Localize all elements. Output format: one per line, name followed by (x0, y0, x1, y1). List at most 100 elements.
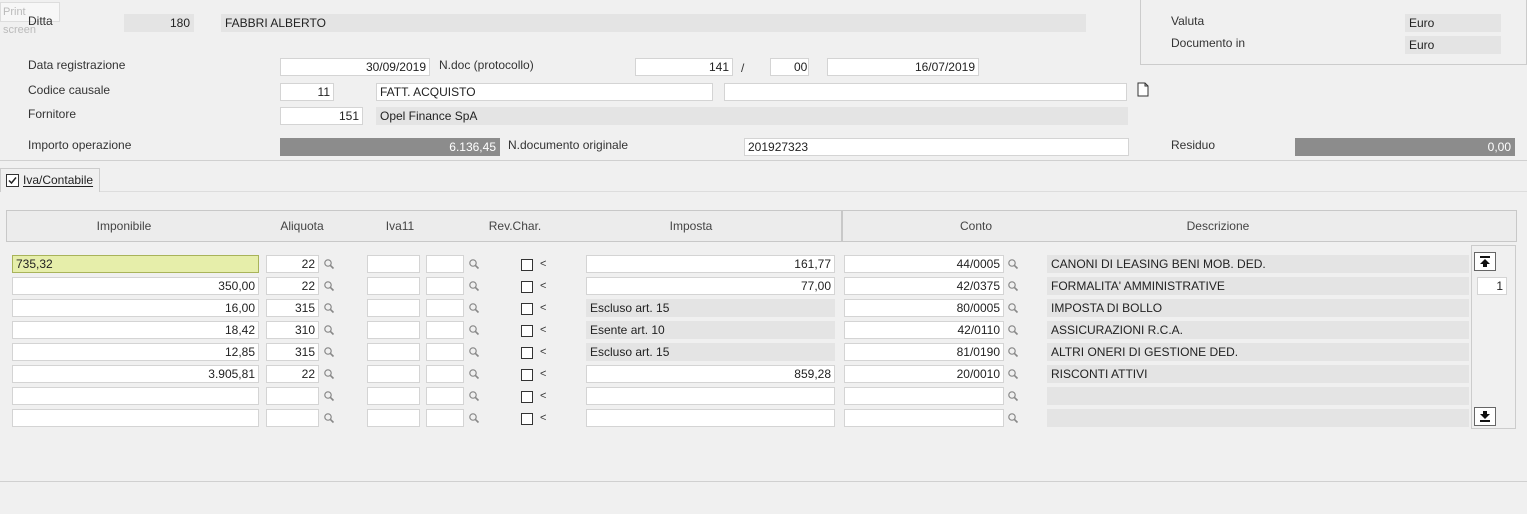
aliquota-search-icon[interactable] (323, 302, 335, 314)
conto-search-icon[interactable] (1007, 412, 1019, 424)
data-registrazione-field[interactable]: 30/09/2019 (280, 58, 430, 76)
iva11-search-icon[interactable] (468, 258, 480, 270)
iva11-field[interactable] (367, 255, 420, 273)
imposta-field[interactable]: Escluso art. 15 (586, 299, 835, 317)
conto-search-icon[interactable] (1007, 302, 1019, 314)
ndoc-originale-field[interactable]: 201927323 (744, 138, 1129, 156)
conto-search-icon[interactable] (1007, 258, 1019, 270)
imponibile-field[interactable]: 735,32 (12, 255, 259, 273)
scroll-top-button[interactable] (1474, 252, 1496, 271)
imponibile-field[interactable]: 16,00 (12, 299, 259, 317)
iva11-search-icon[interactable] (468, 324, 480, 336)
rev-char-checkbox[interactable] (521, 281, 533, 293)
aliquota-search-icon[interactable] (323, 368, 335, 380)
imposta-field[interactable]: Esente art. 10 (586, 321, 835, 339)
rev-char-checkbox[interactable] (521, 413, 533, 425)
aliquota-search-icon[interactable] (323, 346, 335, 358)
conto-field[interactable]: 42/0375 (844, 277, 1004, 295)
iva11-code-field[interactable] (426, 409, 464, 427)
aliquota-search-icon[interactable] (323, 412, 335, 424)
imponibile-field[interactable]: 350,00 (12, 277, 259, 295)
iva11-search-icon[interactable] (468, 390, 480, 402)
imposta-field[interactable] (586, 387, 835, 405)
ndoc-field[interactable]: 141 (635, 58, 733, 76)
aliquota-field[interactable]: 315 (266, 299, 319, 317)
col-descrizione-header: Descrizione (1186, 219, 1250, 233)
document-icon[interactable] (1137, 82, 1149, 97)
codice-causale-field[interactable]: 11 (280, 83, 334, 101)
doc-date-field[interactable]: 16/07/2019 (827, 58, 979, 76)
imponibile-field[interactable]: 3.905,81 (12, 365, 259, 383)
iva11-code-field[interactable] (426, 387, 464, 405)
ditta-label: Ditta (28, 14, 53, 28)
iva11-code-field[interactable] (426, 277, 464, 295)
iva11-field[interactable] (367, 387, 420, 405)
iva11-code-field[interactable] (426, 365, 464, 383)
conto-field[interactable]: 20/0010 (844, 365, 1004, 383)
imposta-field[interactable]: 77,00 (586, 277, 835, 295)
conto-field[interactable]: 81/0190 (844, 343, 1004, 361)
aliquota-field[interactable]: 22 (266, 277, 319, 295)
imponibile-field[interactable]: 12,85 (12, 343, 259, 361)
aliquota-search-icon[interactable] (323, 390, 335, 402)
iva11-field[interactable] (367, 365, 420, 383)
aliquota-field[interactable]: 22 (266, 365, 319, 383)
aliquota-search-icon[interactable] (323, 258, 335, 270)
iva11-code-field[interactable] (426, 299, 464, 317)
imposta-field[interactable] (586, 409, 835, 427)
page-number-field[interactable]: 1 (1477, 277, 1507, 295)
rev-char-checkbox[interactable] (521, 259, 533, 271)
iva11-search-icon[interactable] (468, 412, 480, 424)
imposta-field[interactable]: 859,28 (586, 365, 835, 383)
conto-field[interactable]: 42/0110 (844, 321, 1004, 339)
valuta-field: Euro (1405, 14, 1501, 32)
conto-field[interactable]: 80/0005 (844, 299, 1004, 317)
iva11-search-icon[interactable] (468, 280, 480, 292)
iva11-code-field[interactable] (426, 343, 464, 361)
iva11-field[interactable] (367, 277, 420, 295)
ndoc-suffix-field[interactable]: 00 (770, 58, 809, 76)
rev-char-marker: < (540, 346, 547, 358)
iva11-field[interactable] (367, 343, 420, 361)
importo-operazione-field: 6.136,45 (280, 138, 500, 156)
aliquota-search-icon[interactable] (323, 280, 335, 292)
aliquota-field[interactable]: 22 (266, 255, 319, 273)
conto-search-icon[interactable] (1007, 324, 1019, 336)
iva11-search-icon[interactable] (468, 302, 480, 314)
causale-extra-field[interactable] (724, 83, 1127, 101)
aliquota-field[interactable]: 315 (266, 343, 319, 361)
aliquota-search-icon[interactable] (323, 324, 335, 336)
imponibile-field[interactable] (12, 409, 259, 427)
rev-char-checkbox[interactable] (521, 391, 533, 403)
iva11-field[interactable] (367, 299, 420, 317)
conto-search-icon[interactable] (1007, 390, 1019, 402)
imponibile-field[interactable]: 18,42 (12, 321, 259, 339)
fornitore-code-field[interactable]: 151 (280, 107, 363, 125)
iva11-field[interactable] (367, 409, 420, 427)
conto-field[interactable] (844, 409, 1004, 427)
conto-field[interactable] (844, 387, 1004, 405)
conto-search-icon[interactable] (1007, 368, 1019, 380)
rev-char-checkbox[interactable] (521, 369, 533, 381)
iva11-search-icon[interactable] (468, 346, 480, 358)
iva11-search-icon[interactable] (468, 368, 480, 380)
conto-search-icon[interactable] (1007, 346, 1019, 358)
aliquota-field[interactable] (266, 387, 319, 405)
imposta-field[interactable]: Escluso art. 15 (586, 343, 835, 361)
scroll-bottom-button[interactable] (1474, 407, 1496, 426)
aliquota-field[interactable] (266, 409, 319, 427)
imponibile-field[interactable] (12, 387, 259, 405)
iva11-code-field[interactable] (426, 321, 464, 339)
rev-char-checkbox[interactable] (521, 325, 533, 337)
iva11-code-field[interactable] (426, 255, 464, 273)
aliquota-field[interactable]: 310 (266, 321, 319, 339)
rev-char-checkbox[interactable] (521, 303, 533, 315)
rev-char-checkbox[interactable] (521, 347, 533, 359)
tab-iva-contabile[interactable]: Iva/Contabile (0, 168, 100, 192)
tab-checkbox[interactable] (6, 174, 19, 187)
imposta-field[interactable]: 161,77 (586, 255, 835, 273)
causale-desc-field[interactable]: FATT. ACQUISTO (376, 83, 713, 101)
iva11-field[interactable] (367, 321, 420, 339)
conto-search-icon[interactable] (1007, 280, 1019, 292)
conto-field[interactable]: 44/0005 (844, 255, 1004, 273)
